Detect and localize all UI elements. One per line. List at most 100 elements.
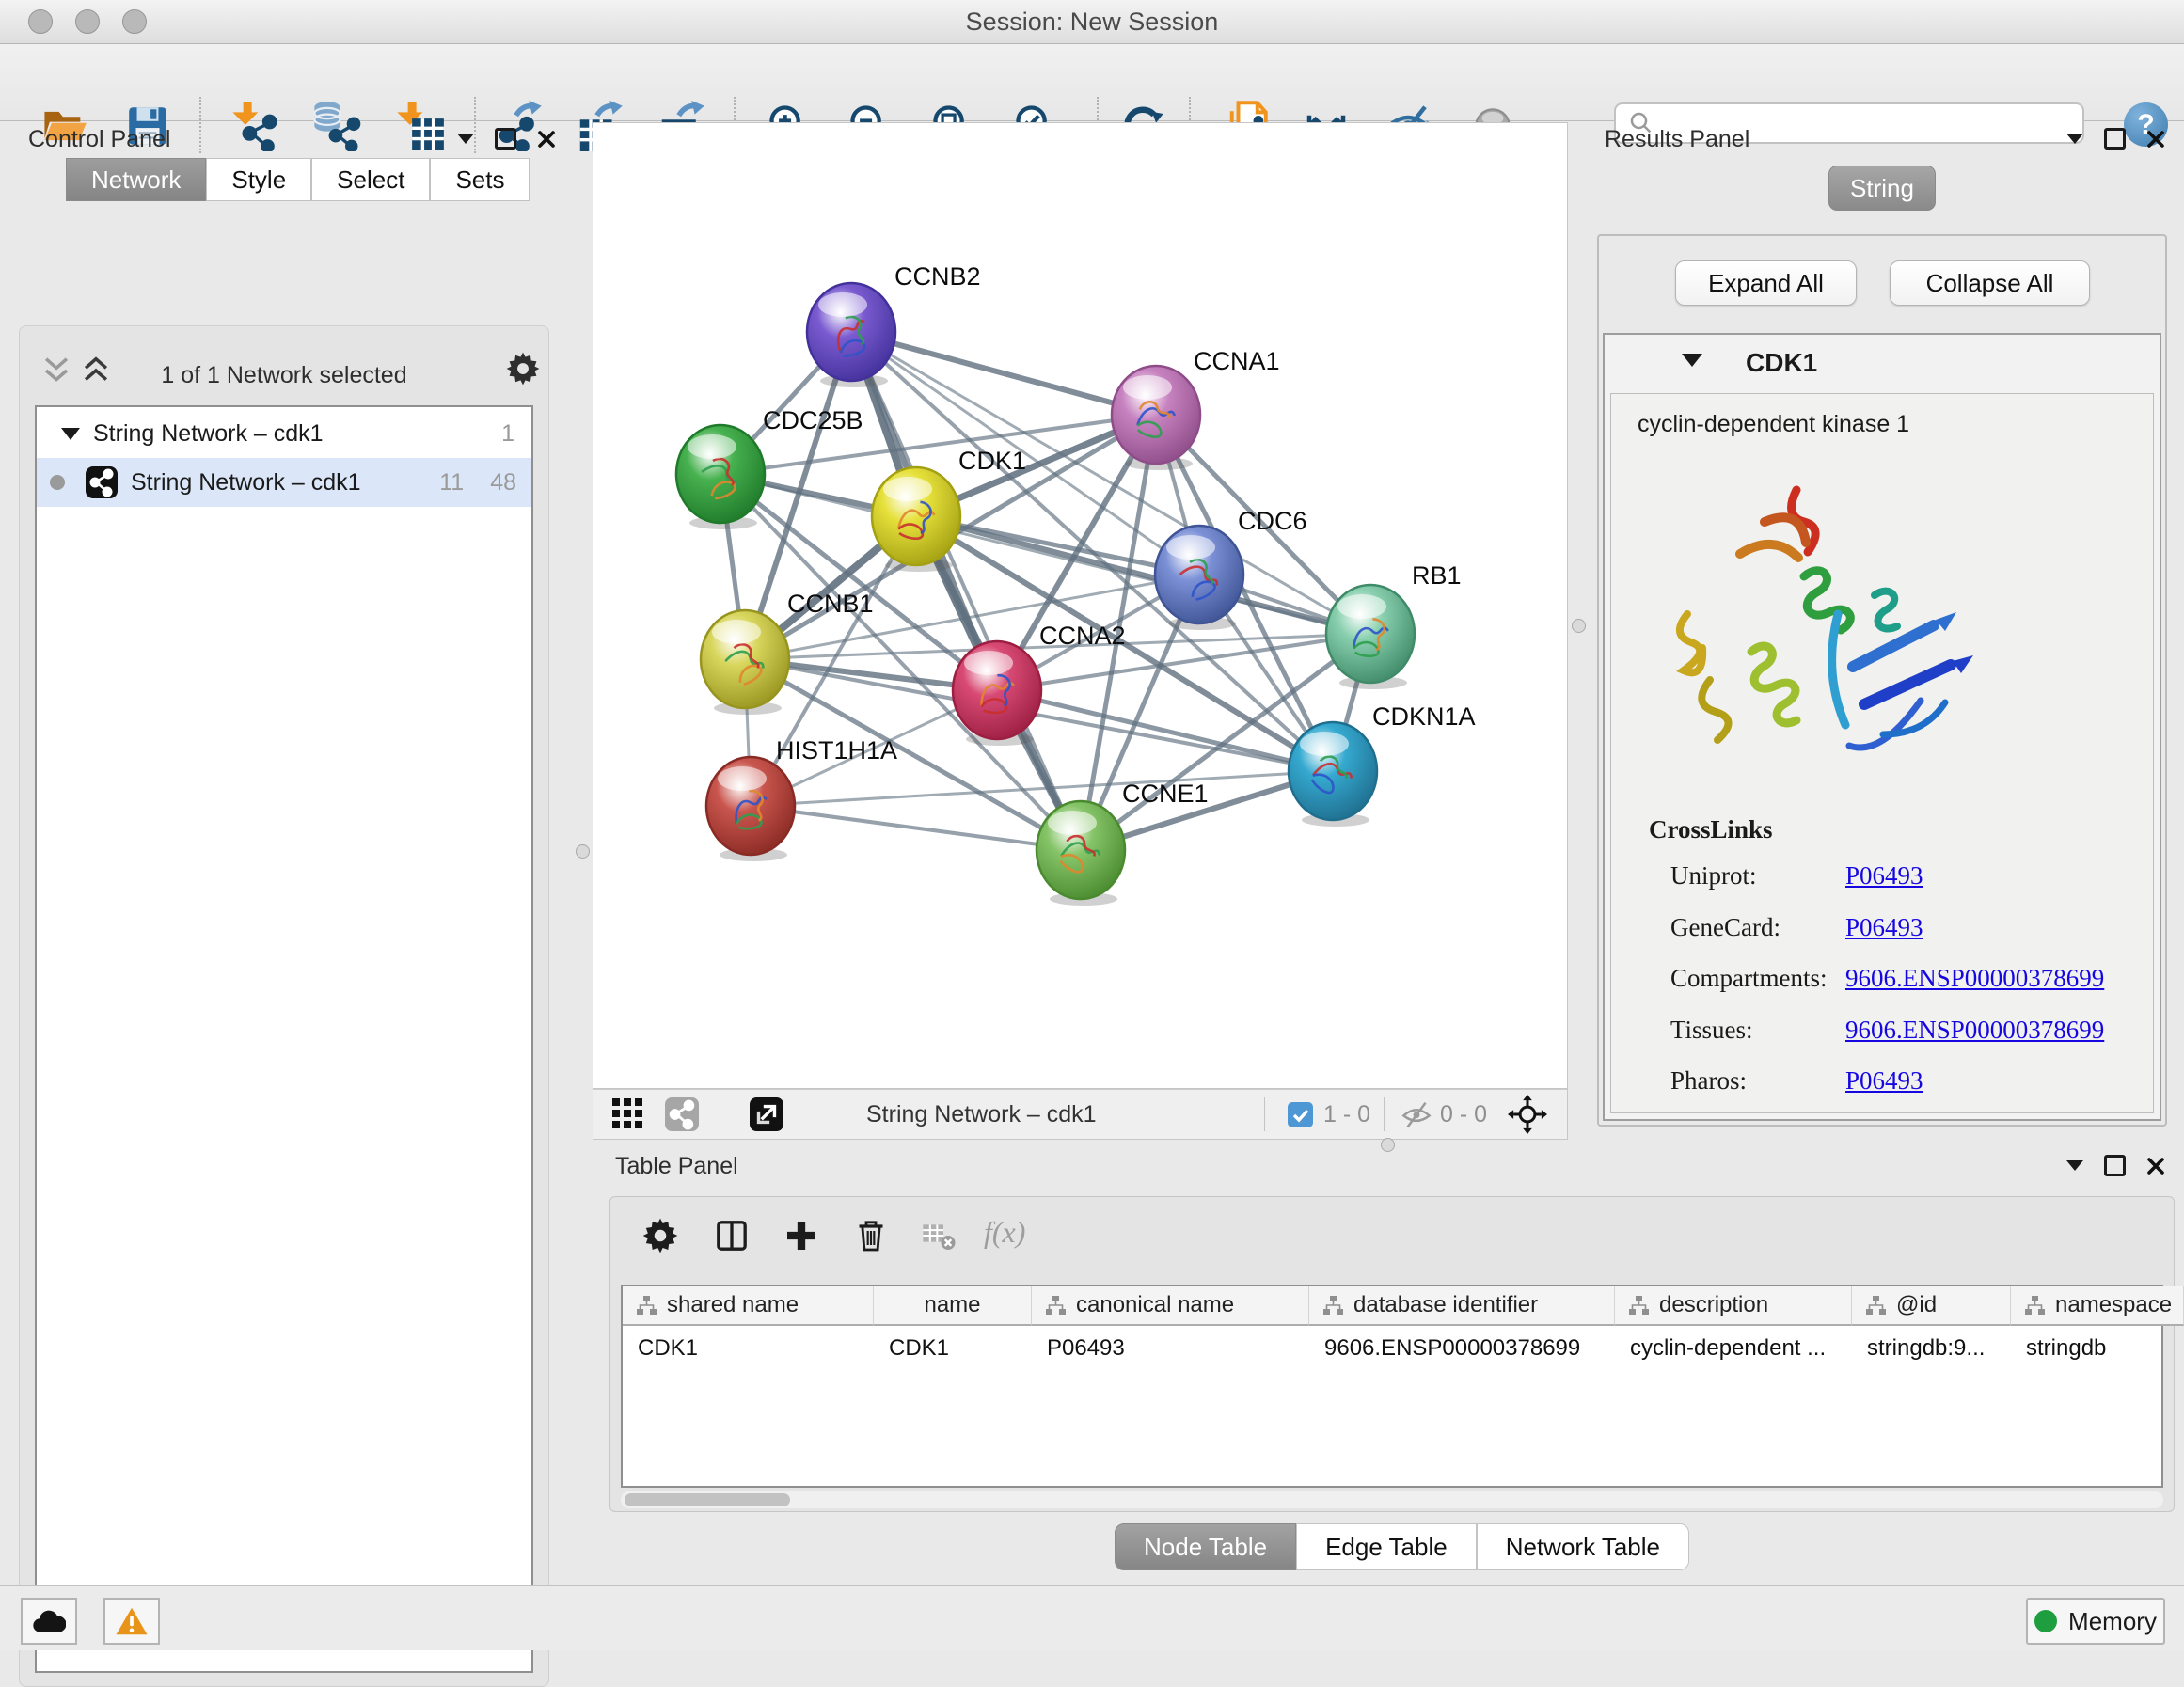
- control-panel-window-buttons: [457, 128, 556, 150]
- string-tab-label: String: [1850, 174, 1914, 203]
- panel-menu-icon[interactable]: [2066, 1160, 2083, 1171]
- panel-close-icon[interactable]: [2146, 1157, 2165, 1175]
- crosslink-row: Uniprot:P06493: [1670, 861, 2141, 899]
- network-collection-row[interactable]: String Network – cdk1 1: [37, 409, 531, 458]
- table-cell[interactable]: stringdb: [2011, 1328, 2184, 1369]
- left-splitter-grip[interactable]: [576, 844, 590, 859]
- table-cell[interactable]: cyclin-dependent ...: [1615, 1328, 1852, 1369]
- column-namespace-icon: [1045, 1295, 1067, 1316]
- node-rb1[interactable]: RB1: [1326, 561, 1462, 689]
- expand-all-label: Expand All: [1708, 269, 1824, 298]
- column-header-description[interactable]: description: [1615, 1286, 1852, 1326]
- column-header-shared-name[interactable]: shared name: [623, 1286, 874, 1326]
- share-icon: [665, 1097, 699, 1131]
- results-panel-title: Results Panel: [1605, 126, 1749, 153]
- scrollbar-thumb[interactable]: [625, 1493, 790, 1506]
- crosslink-link[interactable]: P06493: [1845, 861, 1923, 899]
- warning-icon: [115, 1606, 149, 1636]
- birdseye-toggle[interactable]: [612, 1090, 644, 1139]
- tab-style[interactable]: Style: [206, 158, 311, 201]
- collection-expander-icon[interactable]: [61, 428, 80, 440]
- network-graph: CCNB2CCNA1CDC25BCDK1CDC6RB1CCNB1CCNA2CDK…: [593, 123, 1567, 1088]
- tab-sets[interactable]: Sets: [430, 158, 530, 201]
- table-cell[interactable]: CDK1: [874, 1328, 1032, 1369]
- delete-table-button[interactable]: [914, 1211, 963, 1260]
- crosslink-link[interactable]: 9606.ENSP00000378699: [1845, 1016, 2104, 1053]
- network-canvas[interactable]: CCNB2CCNA1CDC25BCDK1CDC6RB1CCNB1CCNA2CDK…: [593, 122, 1568, 1089]
- tab-network[interactable]: Network: [66, 158, 206, 201]
- panel-close-icon[interactable]: [2146, 130, 2165, 149]
- delete-column-button[interactable]: [847, 1211, 895, 1260]
- node-label-cdk1: CDK1: [958, 447, 1026, 475]
- collapse-all-button[interactable]: Collapse All: [1890, 260, 2090, 306]
- cloud-button[interactable]: [21, 1598, 77, 1645]
- network-icon: [86, 466, 118, 498]
- eye-slash-gray-icon: [1401, 1100, 1432, 1128]
- table-cell[interactable]: CDK1: [623, 1328, 874, 1369]
- panel-float-icon[interactable]: [2104, 128, 2126, 150]
- tab-string[interactable]: String: [1828, 166, 1936, 211]
- table-tabs: Node TableEdge TableNetwork Table: [1115, 1523, 1689, 1569]
- node-label-cdc25b: CDC25B: [763, 406, 863, 434]
- control-panel: Control Panel NetworkStyleSelectSets 1 o…: [8, 124, 555, 1563]
- column-header-database-identifier[interactable]: database identifier: [1309, 1286, 1615, 1326]
- network-row-selected[interactable]: String Network – cdk1 11 48: [37, 458, 531, 507]
- footer-separator: [1264, 1097, 1265, 1131]
- table-horizontal-scrollbar[interactable]: [621, 1491, 2163, 1508]
- title-bar: Session: New Session: [0, 0, 2184, 44]
- network-node-count: 11: [439, 469, 464, 497]
- tab-edge-table[interactable]: Edge Table: [1296, 1523, 1477, 1570]
- table-settings-button[interactable]: [636, 1211, 685, 1260]
- warnings-button[interactable]: [103, 1598, 160, 1645]
- expand-all-button[interactable]: Expand All: [1675, 260, 1857, 306]
- edge-hist1h1a-ccne1[interactable]: [751, 806, 1081, 850]
- panel-float-icon[interactable]: [495, 128, 516, 150]
- node-cdkn1a[interactable]: CDKN1A: [1289, 702, 1476, 827]
- tab-node-table[interactable]: Node Table: [1115, 1523, 1296, 1570]
- column-label: description: [1659, 1292, 1768, 1318]
- protein-details-box: cyclin-dependent kinase 1 CrossLinks: [1610, 393, 2154, 1113]
- crosslink-link[interactable]: 9606.ENSP00000378699: [1845, 964, 2104, 1001]
- node-ccna1[interactable]: CCNA1: [1112, 347, 1280, 470]
- table-cell[interactable]: P06493: [1032, 1328, 1309, 1369]
- right-splitter-grip[interactable]: [1572, 619, 1586, 633]
- cloud-icon: [32, 1608, 66, 1634]
- function-builder-button[interactable]: f(x): [984, 1215, 1025, 1250]
- window-title: Session: New Session: [0, 8, 2184, 37]
- column-header-namespace[interactable]: namespace: [2011, 1286, 2184, 1326]
- edge-ccnb2-ccne1[interactable]: [851, 332, 1081, 850]
- create-column-button[interactable]: [777, 1211, 826, 1260]
- panel-menu-icon[interactable]: [457, 134, 474, 144]
- column-header--id[interactable]: @id: [1852, 1286, 2011, 1326]
- crosslink-link[interactable]: P06493: [1845, 1066, 1923, 1104]
- tab-select[interactable]: Select: [311, 158, 430, 201]
- footer-network-name: String Network – cdk1: [866, 1090, 1097, 1139]
- gear-icon[interactable]: [505, 351, 541, 386]
- panel-float-icon[interactable]: [2104, 1155, 2126, 1176]
- footer-separator: [1384, 1097, 1385, 1131]
- external-link-icon: [750, 1097, 783, 1131]
- show-column-button[interactable]: [707, 1211, 756, 1260]
- column-header-name[interactable]: name: [874, 1286, 1032, 1326]
- node-label-ccne1: CCNE1: [1122, 780, 1209, 808]
- node-ccne1[interactable]: CCNE1: [1037, 780, 1209, 906]
- detach-view-button[interactable]: [750, 1090, 783, 1139]
- crosslink-link[interactable]: P06493: [1845, 913, 1923, 951]
- table-cell[interactable]: stringdb:9...: [1852, 1328, 2011, 1369]
- selected-checkbox[interactable]: [1288, 1090, 1313, 1139]
- panel-close-icon[interactable]: [537, 130, 556, 149]
- panel-menu-icon[interactable]: [2066, 134, 2083, 144]
- tab-network-table[interactable]: Network Table: [1477, 1523, 1689, 1570]
- column-header-canonical-name[interactable]: canonical name: [1032, 1286, 1309, 1326]
- table-cell[interactable]: 9606.ENSP00000378699: [1309, 1328, 1615, 1369]
- bottom-splitter-grip[interactable]: [1381, 1138, 1395, 1152]
- results-panel-window-buttons: [2066, 128, 2165, 150]
- network-style-toggle[interactable]: [665, 1090, 699, 1139]
- crosslink-label: Uniprot:: [1670, 861, 1845, 899]
- column-namespace-icon: [636, 1295, 657, 1316]
- node-label-ccnb2: CCNB2: [894, 262, 981, 291]
- pan-tool-button[interactable]: [1508, 1090, 1547, 1139]
- memory-button[interactable]: Memory: [2026, 1598, 2165, 1645]
- node-ccnb1[interactable]: CCNB1: [701, 590, 874, 715]
- protein-expander-icon[interactable]: [1682, 354, 1702, 367]
